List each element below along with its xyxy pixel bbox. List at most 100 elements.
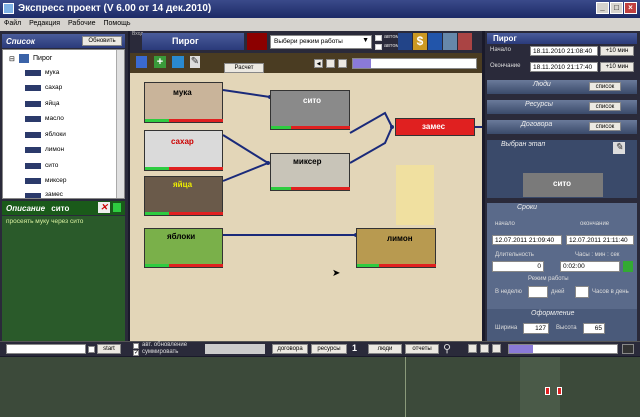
gantt-task-bar[interactable] xyxy=(545,387,550,395)
width-field[interactable]: 127 xyxy=(523,323,549,334)
people-button[interactable]: люди xyxy=(368,344,402,354)
nav-first-button[interactable]: ◀ xyxy=(314,59,323,68)
layers-icon[interactable] xyxy=(172,56,184,68)
edit-pencil-icon[interactable]: ✎ xyxy=(613,142,625,154)
oil-bottle-image[interactable] xyxy=(396,165,434,225)
hours-per-day-field[interactable] xyxy=(575,286,589,298)
description-text[interactable]: просеять муку через сито xyxy=(2,216,125,341)
magnifier-icon[interactable]: ⚲ xyxy=(443,342,451,355)
duration-time-label: Часы : мин : сек xyxy=(575,252,620,258)
gantt-divider xyxy=(405,357,406,417)
contracts-button[interactable]: договора xyxy=(272,344,308,354)
section-people-label: Люди xyxy=(533,81,551,88)
start-field[interactable]: 18.11.2010 21:08:40 xyxy=(530,46,598,56)
section-stage-label: Выбран этап xyxy=(501,141,546,148)
refresh-button[interactable]: Обновить xyxy=(82,36,122,46)
section-resources: Ресурсы список xyxy=(487,100,637,114)
pencil-icon[interactable]: ✎ xyxy=(190,56,200,68)
tools-icon[interactable] xyxy=(443,33,457,50)
zoom-out-button[interactable] xyxy=(492,344,501,353)
node-zames[interactable]: замес xyxy=(395,118,475,136)
tree-root[interactable]: Пирог xyxy=(33,55,52,62)
start-checkbox[interactable] xyxy=(88,346,95,353)
gantt-area[interactable] xyxy=(0,357,640,417)
mode-select[interactable]: Выбери режим работы ▼ xyxy=(270,35,372,49)
project-icon xyxy=(19,54,29,63)
close-button[interactable]: × xyxy=(624,2,637,14)
stage-image[interactable]: сито xyxy=(523,173,603,197)
progress-green xyxy=(145,119,169,122)
people-icon[interactable] xyxy=(398,33,412,50)
flag-icon[interactable] xyxy=(458,33,472,50)
tree-item-zames[interactable]: замес xyxy=(45,191,63,198)
menu-workers[interactable]: Рабочие xyxy=(68,20,96,27)
auto-checkbox-2[interactable] xyxy=(375,44,382,50)
progress-green xyxy=(357,264,379,267)
resources-button[interactable]: ресурсы xyxy=(311,344,347,354)
start-add-button[interactable]: +10 мин xyxy=(600,46,634,56)
scroll-right-button[interactable] xyxy=(622,344,634,354)
slider-track[interactable] xyxy=(205,344,265,354)
node-yabloki[interactable]: яблоки xyxy=(144,228,223,268)
bottom-toolbar: start авт. обновление ✓ суммировать дого… xyxy=(0,341,640,356)
maximize-button[interactable]: □ xyxy=(610,2,623,14)
menu-file[interactable]: Файл xyxy=(4,20,21,27)
tree-item-maslo[interactable]: масло xyxy=(45,115,64,122)
delete-icon[interactable]: ✕ xyxy=(98,202,110,213)
task-icon xyxy=(25,163,41,169)
resources-list-button[interactable]: список xyxy=(589,102,621,111)
summarize-checkbox[interactable]: ✓ xyxy=(133,350,139,356)
node-mixer[interactable]: миксер xyxy=(270,153,350,191)
duration-days-field[interactable]: 0 xyxy=(492,261,544,272)
duration-time-field[interactable]: 0:02:00 xyxy=(560,261,620,272)
document-icon[interactable] xyxy=(428,33,442,50)
tree-item-limon[interactable]: лимон xyxy=(45,146,64,153)
tree-item-yaica[interactable]: яйца xyxy=(45,100,60,107)
height-field[interactable]: 65 xyxy=(583,323,605,334)
node-limon[interactable]: лимон xyxy=(356,228,436,268)
term-end-field[interactable]: 12.07.2011 21:11:40 xyxy=(566,235,634,245)
duration-apply-icon[interactable] xyxy=(623,261,633,272)
nav-prev-button[interactable] xyxy=(326,59,335,68)
tree-item-yabloki[interactable]: яблоки xyxy=(45,131,66,138)
tree-item-sito[interactable]: сито xyxy=(45,162,58,169)
tree-item-sahar[interactable]: сахар xyxy=(45,84,62,91)
start-input[interactable] xyxy=(6,344,86,354)
menu-help[interactable]: Помощь xyxy=(103,20,130,27)
people-list-button[interactable]: список xyxy=(589,82,621,91)
nav-next-button[interactable] xyxy=(338,59,347,68)
start-button[interactable]: start xyxy=(97,344,121,354)
zoom-in-button[interactable] xyxy=(468,344,477,353)
days-per-week-select[interactable] xyxy=(528,286,548,298)
contracts-list-button[interactable]: список xyxy=(589,122,621,131)
progress-bar xyxy=(508,344,618,354)
tree-scrollbar[interactable] xyxy=(116,50,124,198)
zoom-reset-button[interactable] xyxy=(480,344,489,353)
dollar-icon[interactable]: $ xyxy=(413,33,427,50)
save-icon[interactable] xyxy=(136,56,147,68)
end-add-button[interactable]: +10 мин xyxy=(600,62,634,72)
auto-update-checkbox[interactable] xyxy=(133,343,139,349)
timeline-fill xyxy=(353,59,371,68)
minimize-button[interactable]: _ xyxy=(596,2,609,14)
node-sito[interactable]: сито xyxy=(270,90,350,130)
tree-item-mixer[interactable]: миксер xyxy=(45,177,67,184)
right-title: Пирог xyxy=(487,33,637,44)
node-sahar[interactable]: сахар xyxy=(144,130,223,171)
node-yaica[interactable]: яйца xyxy=(144,176,223,216)
title-bar: Экспресс проект (V 6.00 от 14 дек.2010) … xyxy=(0,0,640,18)
tree-item-muka[interactable]: мука xyxy=(45,69,59,76)
node-muka[interactable]: мука xyxy=(144,82,223,123)
days-label: дней xyxy=(551,289,565,295)
workflow-canvas[interactable]: мука сито сахар миксер яйца замес яблоки… xyxy=(130,73,482,343)
end-field[interactable]: 18.11.2010 21:17:40 xyxy=(530,62,598,72)
menu-edit[interactable]: Редакция xyxy=(29,20,60,27)
tree-expander-icon[interactable]: ⊟ xyxy=(9,55,15,63)
add-icon[interactable]: + xyxy=(154,56,166,68)
term-start-field[interactable]: 12.07.2011 21:09:40 xyxy=(492,235,562,245)
timeline-bar[interactable] xyxy=(352,58,477,69)
gantt-task-bar[interactable] xyxy=(557,387,562,395)
calc-button[interactable]: Расчет xyxy=(224,63,264,73)
auto-checkbox-1[interactable] xyxy=(375,35,382,41)
reports-button[interactable]: отчеты xyxy=(405,344,439,354)
